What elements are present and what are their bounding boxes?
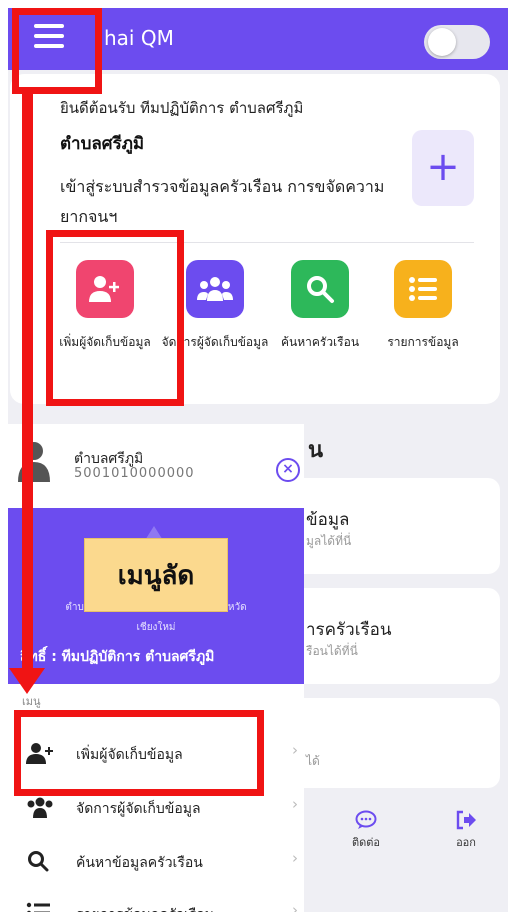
drawer-role: สิทธิ์ : ทีมปฏิบัติการ ตำบลศรีภูมิ <box>20 649 215 665</box>
search-icon <box>28 851 49 872</box>
quick-action-data-list[interactable]: รายการข้อมูล <box>368 260 478 351</box>
chat-icon <box>355 810 377 829</box>
theme-toggle[interactable] <box>424 25 490 59</box>
app-title: hai QM <box>104 26 174 50</box>
search-icon <box>291 260 349 318</box>
bottom-nav: ติดต่อ ออก <box>308 798 508 858</box>
drawer-item-label: ค้นหาข้อมูลครัวเรือน <box>76 855 203 871</box>
drawer-item-label: จัดการผู้จัดเก็บข้อมูล <box>76 801 201 817</box>
logout-icon <box>456 810 476 830</box>
drawer-item-label: รายการข้อมูลครัวเรือน <box>76 904 214 912</box>
side-drawer: ตำบลศรีภูมิ 5001010000000 × ตำบล จังหวัด… <box>8 424 304 912</box>
annotation-box-drawer-item <box>14 710 264 796</box>
nav-logout[interactable]: ออก <box>436 810 496 851</box>
shortcut-menu-callout: เมนูลัด <box>84 538 228 612</box>
annotation-box-quick-action <box>46 230 184 406</box>
welcome-greeting: ยินดีต้อนรับ ทีมปฏิบัติการ ตำบลศรีภูมิ <box>60 99 304 117</box>
users-icon <box>186 260 244 318</box>
menu-card-3-subtitle: ได้ <box>306 754 320 768</box>
menu-caption: เมนู <box>22 695 41 708</box>
menu-card-1-title: ข้อมูล <box>306 510 350 530</box>
annotation-arrow-head <box>9 668 45 694</box>
app-screen: hai QM ยินดีต้อนรับ ทีมปฏิบัติการ ตำบลศร… <box>8 8 508 912</box>
list-icon <box>394 260 452 318</box>
close-icon[interactable]: × <box>276 458 300 482</box>
nav-contact-label: ติดต่อ <box>351 836 381 849</box>
nav-logout-label: ออก <box>456 836 476 849</box>
list-icon <box>26 902 50 912</box>
drawer-item-household-list[interactable]: รายการข้อมูลครัวเรือน › <box>8 888 304 912</box>
drawer-item-search-household[interactable]: ค้นหาข้อมูลครัวเรือน › <box>8 836 304 886</box>
welcome-description: เข้าสู่ระบบสำรวจข้อมูลครัวเรือน การขจัดค… <box>60 177 385 226</box>
menu-card-2-title: ารครัวเรือน <box>306 620 392 640</box>
chevron-right-icon: › <box>292 741 298 759</box>
menu-card-2-subtitle: รือนได้ที่นี่ <box>306 644 358 658</box>
menu-card-1-subtitle: มูลได้ที่นี่ <box>306 534 352 548</box>
annotation-arrow-line <box>22 94 33 670</box>
quick-action-label: รายการข้อมูล <box>387 335 459 349</box>
toggle-knob <box>428 28 456 56</box>
drawer-user-id: 5001010000000 <box>74 466 195 481</box>
nav-contact[interactable]: ติดต่อ <box>336 810 396 851</box>
quick-action-search-household[interactable]: ค้นหาครัวเรือน <box>265 260 375 351</box>
section-title-fragment: น <box>308 438 324 463</box>
annotation-box-hamburger <box>12 8 102 94</box>
add-button[interactable]: + <box>412 130 474 206</box>
chevron-right-icon: › <box>292 901 298 912</box>
quick-action-label: ค้นหาครัวเรือน <box>280 335 360 349</box>
drawer-header: ตำบลศรีภูมิ 5001010000000 × <box>8 424 304 508</box>
subdistrict-name: ตำบลศรีภูมิ <box>60 134 145 154</box>
chevron-right-icon: › <box>292 849 298 867</box>
chevron-right-icon: › <box>292 795 298 813</box>
users-icon <box>27 797 53 818</box>
